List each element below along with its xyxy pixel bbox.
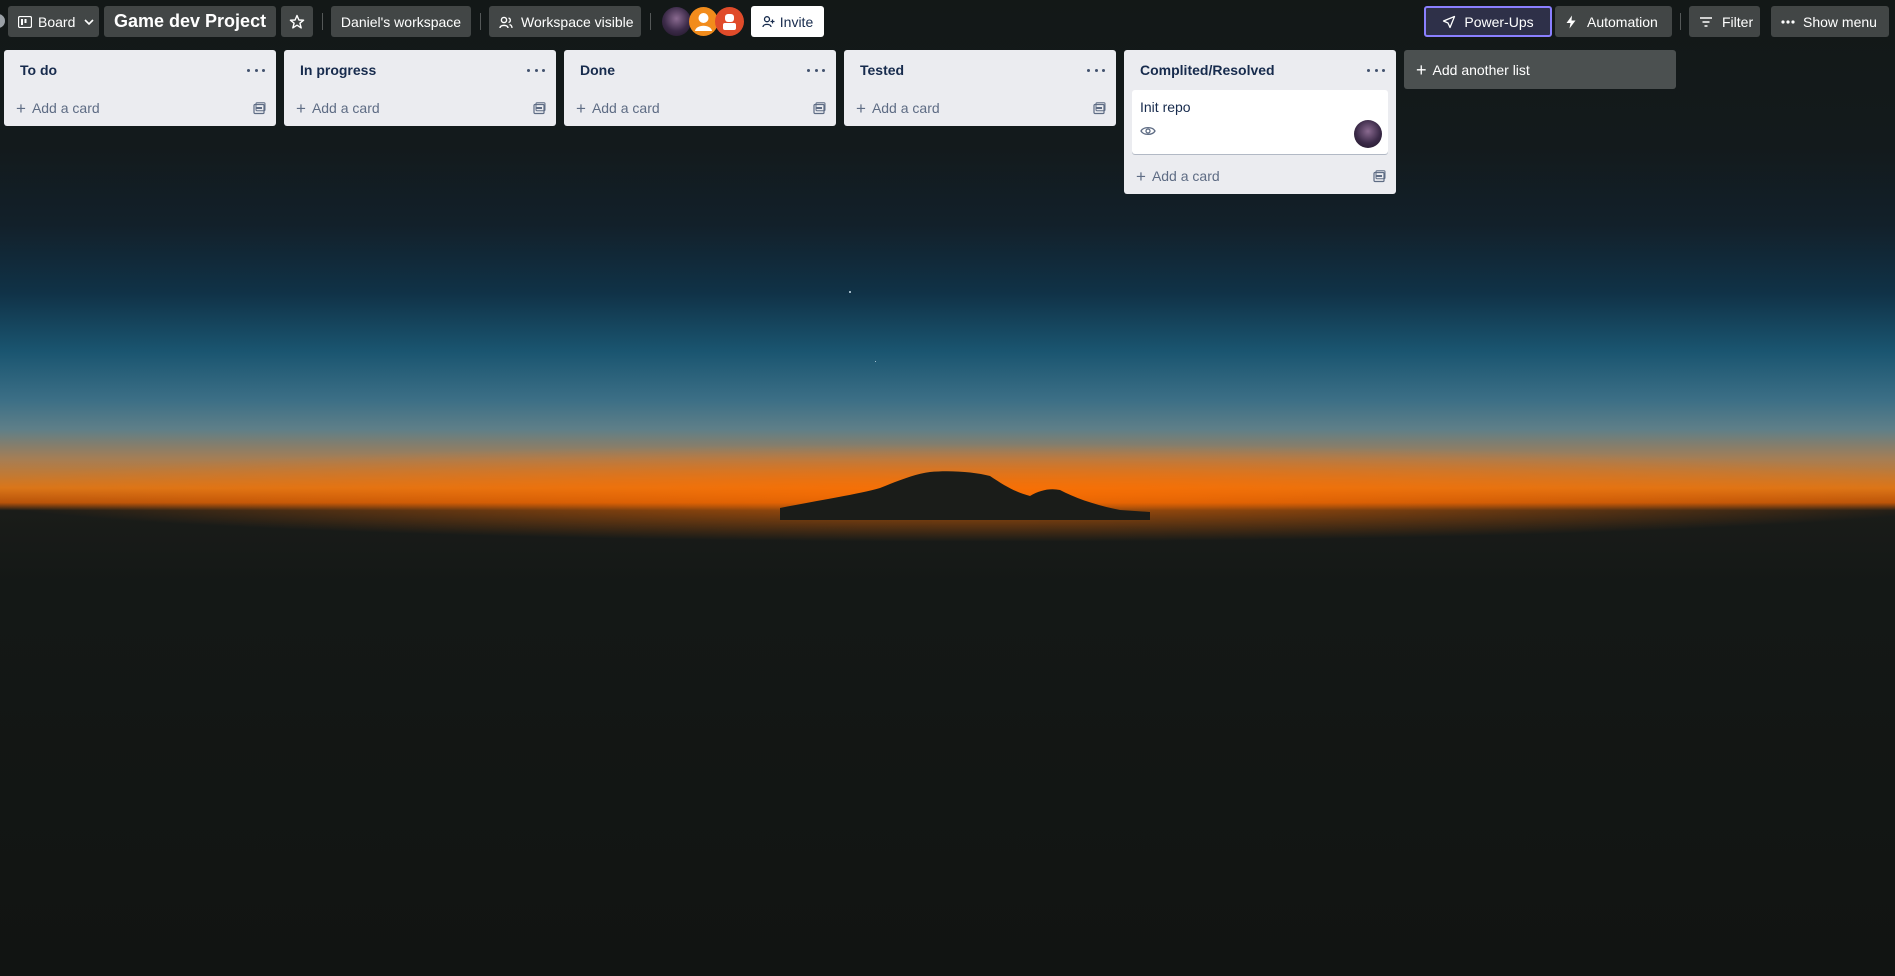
card-template-icon[interactable] — [813, 101, 826, 115]
list-title[interactable]: Tested — [860, 62, 1087, 78]
list-to-do: To do + Add a card — [4, 50, 276, 126]
plus-icon: + — [1136, 166, 1146, 186]
board-header: Board Game dev Project Daniel's workspac… — [0, 0, 1895, 44]
plus-icon: + — [576, 98, 586, 118]
list-in-progress: In progress + Add a card — [284, 50, 556, 126]
board-title-button[interactable]: Game dev Project — [104, 6, 276, 37]
list-header: Tested — [844, 50, 1116, 90]
show-menu-label: Show menu — [1803, 13, 1877, 30]
list-menu-icon[interactable] — [1087, 65, 1105, 75]
rocket-icon — [1443, 15, 1456, 28]
user-icon — [723, 14, 736, 30]
header-divider — [480, 13, 481, 30]
mountain-silhouette — [780, 471, 1150, 520]
lightning-icon — [1566, 15, 1576, 28]
sidebar-toggle[interactable] — [0, 14, 5, 28]
card-template-icon[interactable] — [1373, 169, 1386, 183]
member-avatar[interactable] — [662, 7, 691, 36]
workspace-button[interactable]: Daniel's workspace — [331, 6, 471, 37]
workspace-label: Daniel's workspace — [340, 13, 462, 30]
plus-icon: + — [296, 98, 306, 118]
powerups-label: Power-Ups — [1464, 13, 1534, 30]
star-icon — [289, 14, 305, 29]
list-done: Done + Add a card — [564, 50, 836, 126]
filter-button[interactable]: Filter — [1689, 6, 1760, 37]
header-divider — [650, 13, 651, 30]
view-switcher-button[interactable]: Board — [8, 6, 99, 37]
list-menu-icon[interactable] — [1367, 65, 1385, 75]
show-menu-button[interactable]: Show menu — [1771, 6, 1889, 37]
star — [875, 361, 876, 362]
invite-button[interactable]: Invite — [751, 6, 824, 37]
card-init-repo[interactable]: Init repo — [1132, 90, 1388, 154]
automation-button[interactable]: Automation — [1555, 6, 1672, 37]
list-title[interactable]: Done — [580, 62, 807, 78]
powerups-button[interactable]: Power-Ups — [1424, 6, 1552, 37]
automation-label: Automation — [1587, 13, 1658, 30]
add-another-list-button[interactable]: + Add another list — [1404, 50, 1676, 89]
list-header: Complited/Resolved — [1124, 50, 1396, 90]
visibility-label: Workspace visible — [521, 13, 634, 30]
add-card-row: + Add a card — [564, 90, 836, 126]
filter-icon — [1700, 16, 1712, 27]
list-header: Done — [564, 50, 836, 90]
add-card-row: + Add a card — [844, 90, 1116, 126]
add-card-button[interactable]: Add a card — [32, 100, 253, 116]
list-menu-icon[interactable] — [807, 65, 825, 75]
user-icon — [695, 13, 712, 31]
invite-label: Invite — [779, 13, 814, 30]
list-title[interactable]: In progress — [300, 62, 527, 78]
add-card-button[interactable]: Add a card — [312, 100, 533, 116]
list-menu-icon[interactable] — [247, 65, 265, 75]
add-user-icon — [762, 16, 775, 28]
add-card-row: + Add a card — [1124, 158, 1396, 194]
card-template-icon[interactable] — [533, 101, 546, 115]
list-tested: Tested + Add a card — [844, 50, 1116, 126]
visibility-button[interactable]: Workspace visible — [489, 6, 641, 37]
list-header: In progress — [284, 50, 556, 90]
member-avatar[interactable] — [715, 7, 744, 36]
add-card-row: + Add a card — [284, 90, 556, 126]
plus-icon: + — [856, 98, 866, 118]
star — [849, 291, 851, 293]
card-template-icon[interactable] — [253, 101, 266, 115]
chevron-down-icon — [84, 18, 94, 25]
plus-icon: + — [16, 98, 26, 118]
plus-icon: + — [1416, 59, 1427, 80]
add-card-button[interactable]: Add a card — [872, 100, 1093, 116]
member-avatar[interactable] — [689, 7, 718, 36]
card-template-icon[interactable] — [1093, 101, 1106, 115]
list-menu-icon[interactable] — [527, 65, 545, 75]
add-card-row: + Add a card — [4, 90, 276, 126]
list-complited-resolved: Complited/Resolved Init repo + Add a car… — [1124, 50, 1396, 194]
list-header: To do — [4, 50, 276, 90]
add-card-button[interactable]: Add a card — [1152, 168, 1373, 184]
add-card-button[interactable]: Add a card — [592, 100, 813, 116]
filter-label: Filter — [1722, 13, 1754, 30]
add-another-list-label: Add another list — [1432, 61, 1530, 78]
card-title: Init repo — [1140, 99, 1191, 115]
star-board-button[interactable] — [281, 6, 313, 37]
list-title[interactable]: Complited/Resolved — [1140, 62, 1367, 78]
people-icon — [499, 16, 513, 28]
board-title: Game dev Project — [114, 11, 267, 31]
header-divider — [322, 13, 323, 30]
list-title[interactable]: To do — [20, 62, 247, 78]
card-member-avatar[interactable] — [1354, 120, 1382, 148]
eye-icon — [1140, 126, 1156, 136]
view-switcher-label: Board — [38, 13, 76, 30]
header-divider — [1680, 13, 1681, 30]
more-icon — [1781, 19, 1795, 24]
board-icon — [18, 15, 32, 28]
